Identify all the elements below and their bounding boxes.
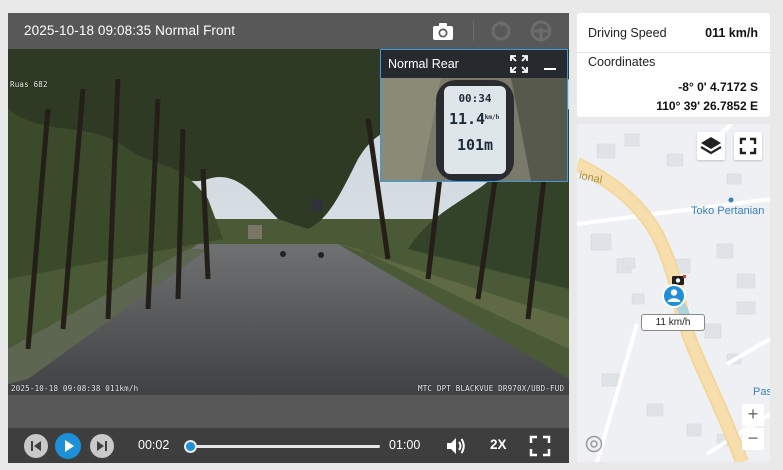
map-fullscreen-button[interactable] xyxy=(734,132,762,160)
app-root: 2025-10-18 09:08:35 Normal Front Ruas 68… xyxy=(0,0,783,470)
osd-timestamp: 2025-10-18 09:08:38 011km/h xyxy=(11,384,139,393)
latitude-value: -8° 0' 4.7172 S xyxy=(678,80,758,94)
longitude-value: 110° 39' 26.7852 E xyxy=(656,99,758,113)
gps-speed-unit: km/h xyxy=(484,114,500,121)
playback-speed-button[interactable]: 2X xyxy=(490,437,507,452)
rear-camera-title: Normal Rear xyxy=(388,57,459,71)
gps-time-readout: 00:34 xyxy=(458,92,492,105)
previous-icon xyxy=(31,441,41,451)
camera-marker-icon[interactable] xyxy=(672,275,686,285)
video-letterbox xyxy=(8,395,569,428)
toolbar-divider xyxy=(473,21,474,41)
rotate-icon[interactable] xyxy=(488,18,514,44)
camera-icon[interactable] xyxy=(430,18,456,44)
trip-info-card: Driving Speed 011 km/h Coordinates -8° 0… xyxy=(577,13,770,117)
gps-distance-readout: 101m xyxy=(456,136,494,154)
map-logo-icon xyxy=(585,435,603,453)
poi-label[interactable]: Toko Pertanian xyxy=(691,205,764,217)
fullscreen-icon xyxy=(739,137,757,155)
play-button[interactable] xyxy=(55,433,81,459)
layers-icon xyxy=(700,137,722,155)
zoom-out-button[interactable]: − xyxy=(742,428,764,450)
map-layers-button[interactable] xyxy=(697,132,725,160)
rear-camera-video[interactable]: 00:34 11.4 km/h 101m xyxy=(381,78,567,181)
total-time: 01:00 xyxy=(389,438,421,452)
edge-poi-label: Pas xyxy=(753,386,770,398)
driving-speed-value: 011 km/h xyxy=(705,26,758,40)
osd-brand: MTC DPT BLACKVUE DR970X/UBD-FUD xyxy=(418,384,565,393)
fullscreen-icon[interactable] xyxy=(529,435,551,457)
seek-handle[interactable] xyxy=(184,440,198,453)
map-panel[interactable]: ional Toko Pertanian Pas 11 km/h + − xyxy=(577,124,770,462)
vehicle-marker-icon[interactable] xyxy=(662,284,686,308)
expand-icon[interactable] xyxy=(509,54,529,74)
current-time: 00:02 xyxy=(138,438,170,452)
vehicle-speed-tag: 11 km/h xyxy=(641,314,705,331)
gps-speed-readout: 11.4 xyxy=(448,110,486,128)
osd-location: Ruas 682 xyxy=(10,80,48,89)
next-icon xyxy=(97,441,107,451)
seek-bar[interactable] xyxy=(184,440,380,453)
minimize-icon[interactable] xyxy=(541,54,559,74)
volume-icon[interactable] xyxy=(445,436,467,456)
playback-controls: 00:02 01:00 2X xyxy=(8,428,569,463)
player-title: 2025-10-18 09:08:35 Normal Front xyxy=(24,23,236,38)
play-icon xyxy=(65,440,74,452)
rear-camera-title-bar: Normal Rear xyxy=(381,50,567,78)
coordinates-label: Coordinates xyxy=(588,55,656,69)
rear-camera-pip[interactable]: Normal Rear 00:34 11.4 km/h 101m xyxy=(380,49,568,182)
player-title-bar: 2025-10-18 09:08:35 Normal Front xyxy=(8,13,569,49)
info-divider xyxy=(577,52,770,53)
zoom-in-button[interactable]: + xyxy=(742,404,764,426)
previous-button[interactable] xyxy=(24,434,48,458)
driving-speed-label: Driving Speed xyxy=(588,26,667,40)
steering-wheel-icon[interactable] xyxy=(528,18,554,44)
next-button[interactable] xyxy=(90,434,114,458)
